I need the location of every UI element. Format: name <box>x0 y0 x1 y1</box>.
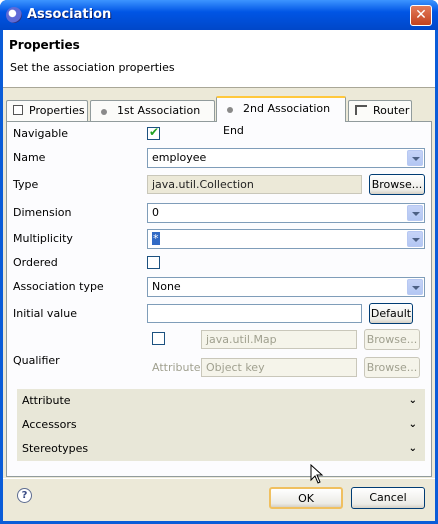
header-title: Properties <box>9 38 80 52</box>
chevron-down-icon[interactable] <box>407 205 423 221</box>
double-chevron-down-icon[interactable]: ⌄ <box>409 389 417 413</box>
type-field[interactable]: java.util.Collection <box>147 175 362 194</box>
qualifier-checkbox[interactable] <box>152 332 165 345</box>
tab-label: Router <box>373 104 410 117</box>
qualifier-browse-button[interactable]: Browse... <box>364 329 420 350</box>
check-icon: ✔ <box>149 125 160 139</box>
navigable-label: Navigable <box>13 127 69 140</box>
close-button[interactable]: ✕ <box>410 5 432 26</box>
association-end-icon <box>227 107 233 113</box>
section-attribute[interactable]: Attribute ⌄ <box>17 389 425 413</box>
navigable-checkbox[interactable]: ✔ <box>147 125 160 140</box>
tab-label: Properties <box>29 104 85 117</box>
association-end-panel: Navigable ✔ Name employee Type java.util… <box>6 121 432 477</box>
help-icon[interactable]: ? <box>17 488 32 503</box>
header-subtitle: Set the association properties <box>10 61 175 74</box>
dimension-value: 0 <box>152 206 159 219</box>
window-title: Association <box>27 7 112 22</box>
name-label: Name <box>13 151 46 164</box>
chevron-down-icon[interactable] <box>407 279 423 295</box>
attribute-label: Attribute <box>152 361 201 374</box>
double-chevron-down-icon[interactable]: ⌄ <box>409 413 417 437</box>
association-end-icon <box>101 109 107 115</box>
ok-button[interactable]: OK <box>269 487 343 509</box>
qualifier-type-field[interactable]: java.util.Map <box>201 330 357 349</box>
initial-value-input[interactable] <box>147 304 362 323</box>
section-label: Stereotypes <box>22 442 89 455</box>
properties-icon <box>13 105 23 115</box>
tab-bar: Properties 1st Association End 2nd Assoc… <box>3 96 435 137</box>
dimension-label: Dimension <box>13 206 72 219</box>
section-label: Attribute <box>22 394 71 407</box>
ordered-checkbox[interactable] <box>147 256 160 269</box>
association-type-value: None <box>152 280 181 293</box>
dimension-combo[interactable]: 0 <box>147 203 425 223</box>
tab-properties[interactable]: Properties <box>6 100 88 121</box>
multiplicity-value: * <box>152 232 160 245</box>
type-browse-button[interactable]: Browse... <box>369 174 425 195</box>
tab-router[interactable]: Router <box>348 100 412 121</box>
router-icon <box>355 105 367 115</box>
chevron-down-icon[interactable] <box>407 231 423 247</box>
name-combo[interactable]: employee <box>147 148 425 168</box>
chevron-down-icon[interactable] <box>407 150 423 166</box>
qualifier-label: Qualifier <box>13 354 60 367</box>
footer-separator <box>3 478 435 479</box>
association-type-combo[interactable]: None <box>147 277 425 297</box>
double-chevron-down-icon[interactable]: ⌄ <box>409 437 417 461</box>
tab-1st-association-end[interactable]: 1st Association End <box>90 100 215 136</box>
section-label: Accessors <box>22 418 77 431</box>
dialog-header: Properties Set the association propertie… <box>3 30 435 88</box>
multiplicity-label: Multiplicity <box>13 232 73 245</box>
association-type-label: Association type <box>13 280 104 293</box>
title-bar[interactable]: Association ✕ <box>0 0 438 30</box>
dialog-window: Association ✕ Properties Set the associa… <box>0 0 438 524</box>
qualifier-attribute-field[interactable]: Object key <box>201 358 357 377</box>
ordered-label: Ordered <box>13 256 58 269</box>
mouse-cursor-icon <box>310 464 324 484</box>
type-label: Type <box>13 178 39 191</box>
initial-value-label: Initial value <box>13 307 77 320</box>
eclipse-icon <box>6 7 22 23</box>
multiplicity-combo[interactable]: * <box>147 229 425 249</box>
name-value: employee <box>152 151 207 164</box>
attribute-browse-button[interactable]: Browse... <box>364 357 420 378</box>
default-button[interactable]: Default <box>369 303 413 324</box>
section-stereotypes[interactable]: Stereotypes ⌄ <box>17 437 425 461</box>
cancel-button[interactable]: Cancel <box>351 487 425 509</box>
section-accessors[interactable]: Accessors ⌄ <box>17 413 425 437</box>
tab-2nd-association-end[interactable]: 2nd Association End <box>216 96 346 137</box>
dialog-body: Properties Set the association propertie… <box>3 30 435 521</box>
